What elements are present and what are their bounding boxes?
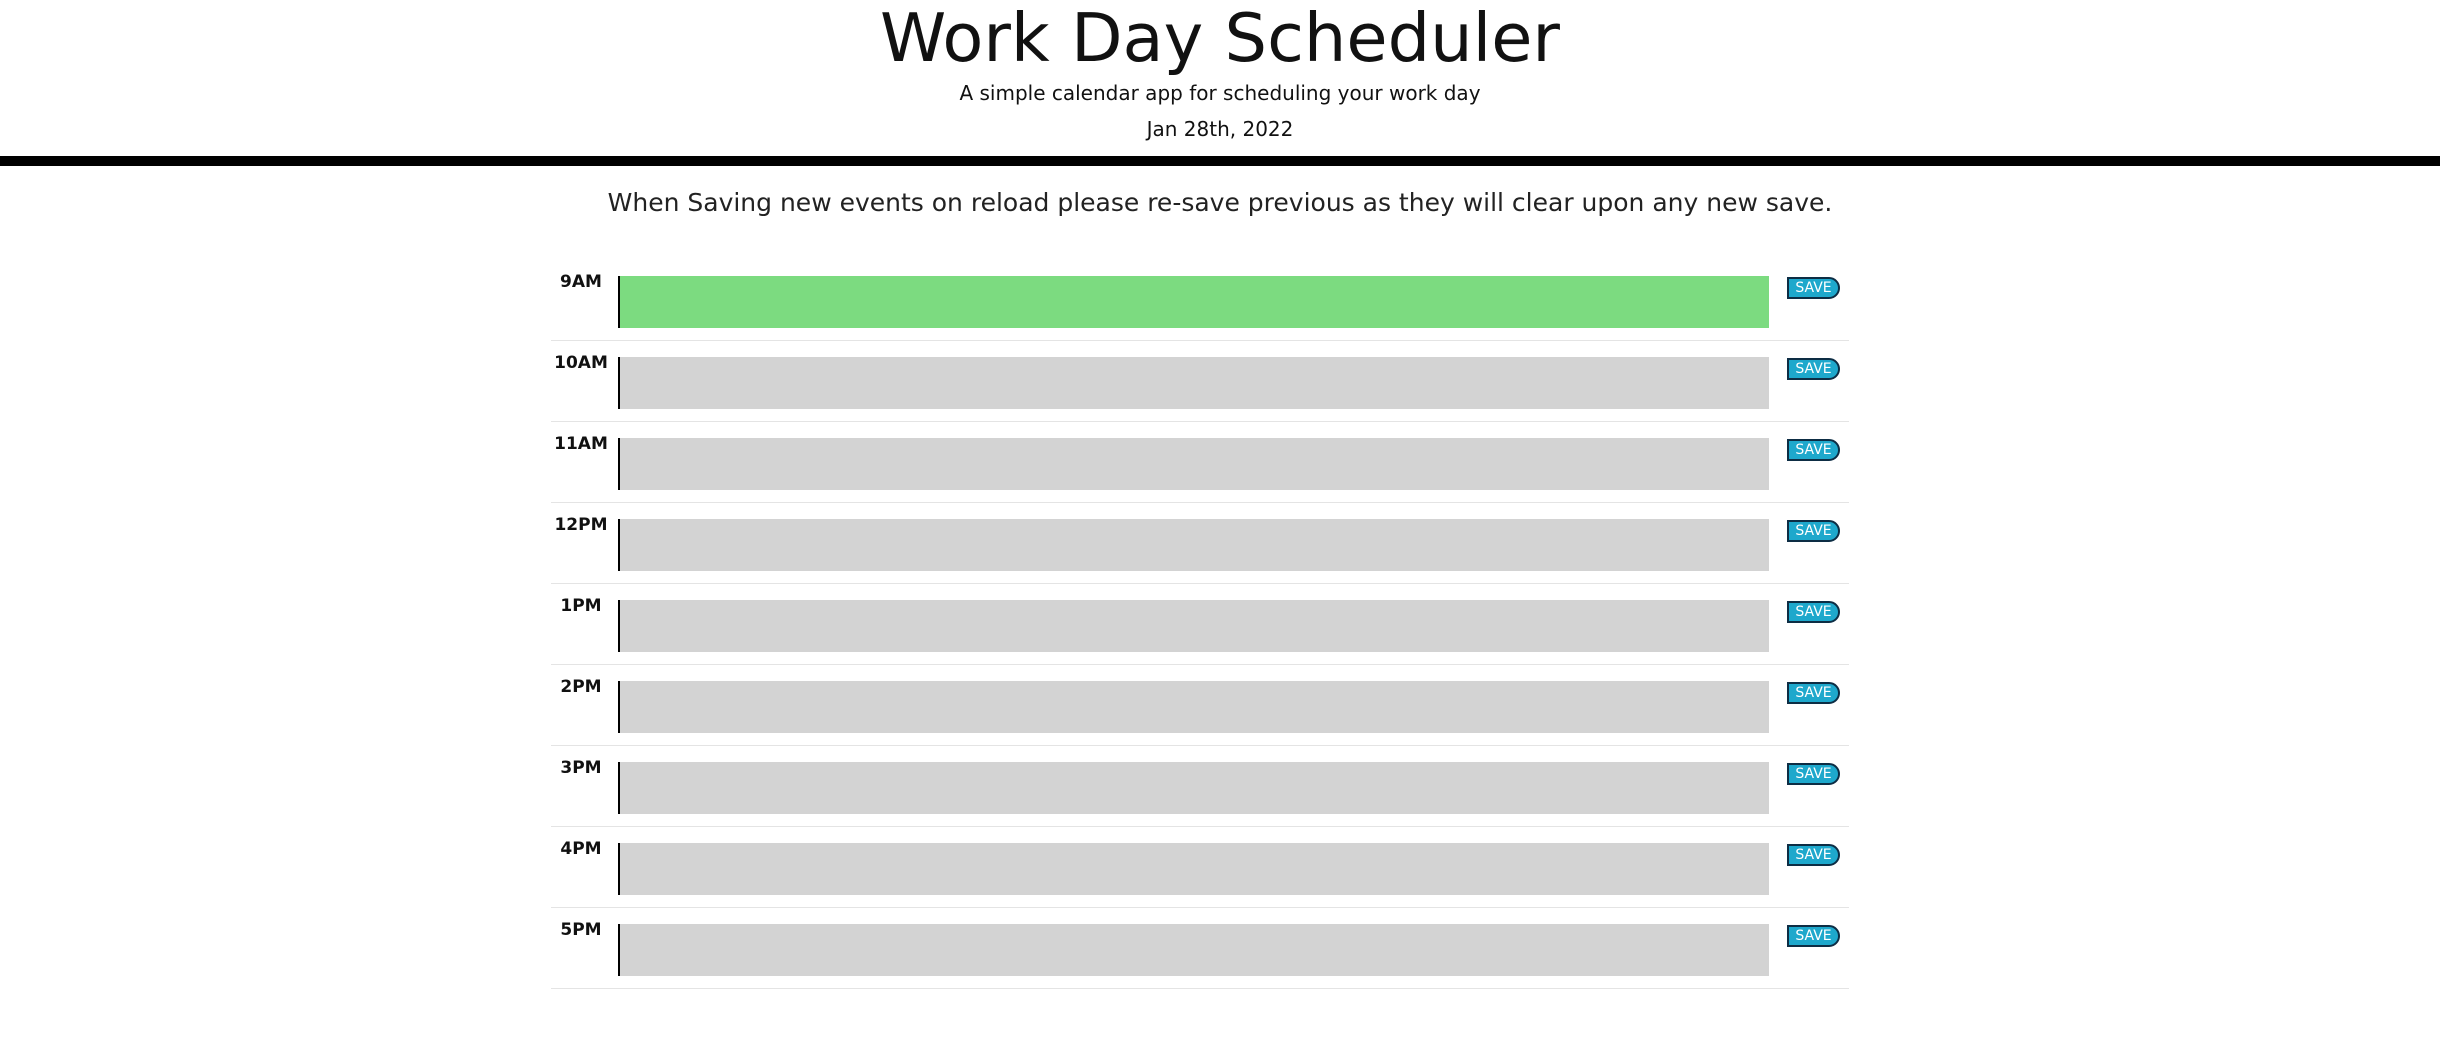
hour-label: 12PM	[554, 515, 608, 535]
save-button[interactable]: SAVE	[1787, 601, 1840, 623]
app-title: Work Day Scheduler	[880, 0, 1560, 77]
event-textarea[interactable]	[618, 681, 1769, 733]
hour-label: 5PM	[560, 920, 602, 940]
save-button[interactable]: SAVE	[1787, 682, 1840, 704]
header-divider	[0, 156, 2440, 166]
hour-label: 11AM	[554, 434, 608, 454]
time-block: 5PM SAVE	[551, 908, 1849, 989]
save-button[interactable]: SAVE	[1787, 925, 1840, 947]
save-notice: When Saving new events on reload please …	[607, 188, 1833, 217]
save-button[interactable]: SAVE	[1787, 439, 1840, 461]
time-block: 1PM SAVE	[551, 584, 1849, 665]
event-textarea[interactable]	[618, 276, 1769, 328]
time-block: 2PM SAVE	[551, 665, 1849, 746]
event-textarea[interactable]	[618, 762, 1769, 814]
time-block: 11AM SAVE	[551, 422, 1849, 503]
current-day: Jan 28th, 2022	[1146, 117, 1294, 141]
event-textarea[interactable]	[618, 843, 1769, 895]
time-block: 4PM SAVE	[551, 827, 1849, 908]
hour-label: 1PM	[560, 596, 602, 616]
hour-label: 3PM	[560, 758, 602, 778]
save-button[interactable]: SAVE	[1787, 844, 1840, 866]
event-textarea[interactable]	[618, 924, 1769, 976]
event-textarea[interactable]	[618, 438, 1769, 490]
time-block: 10AM SAVE	[551, 341, 1849, 422]
time-block: 9AM SAVE	[551, 260, 1849, 341]
hour-label: 9AM	[560, 272, 602, 292]
hour-label: 4PM	[560, 839, 602, 859]
event-textarea[interactable]	[618, 357, 1769, 409]
save-button[interactable]: SAVE	[1787, 358, 1840, 380]
time-block: 12PM SAVE	[551, 503, 1849, 584]
app-subtitle: A simple calendar app for scheduling you…	[959, 81, 1481, 105]
hour-label: 2PM	[560, 677, 602, 697]
save-button[interactable]: SAVE	[1787, 763, 1840, 785]
event-textarea[interactable]	[618, 519, 1769, 571]
save-button[interactable]: SAVE	[1787, 277, 1840, 299]
save-button[interactable]: SAVE	[1787, 520, 1840, 542]
time-block-list: 9AM SAVE 10AM SAVE 11AM SAVE 12PM SAVE 1…	[551, 260, 1849, 989]
event-textarea[interactable]	[618, 600, 1769, 652]
app-header: Work Day Scheduler A simple calendar app…	[0, 0, 2440, 156]
time-block: 3PM SAVE	[551, 746, 1849, 827]
hour-label: 10AM	[554, 353, 608, 373]
